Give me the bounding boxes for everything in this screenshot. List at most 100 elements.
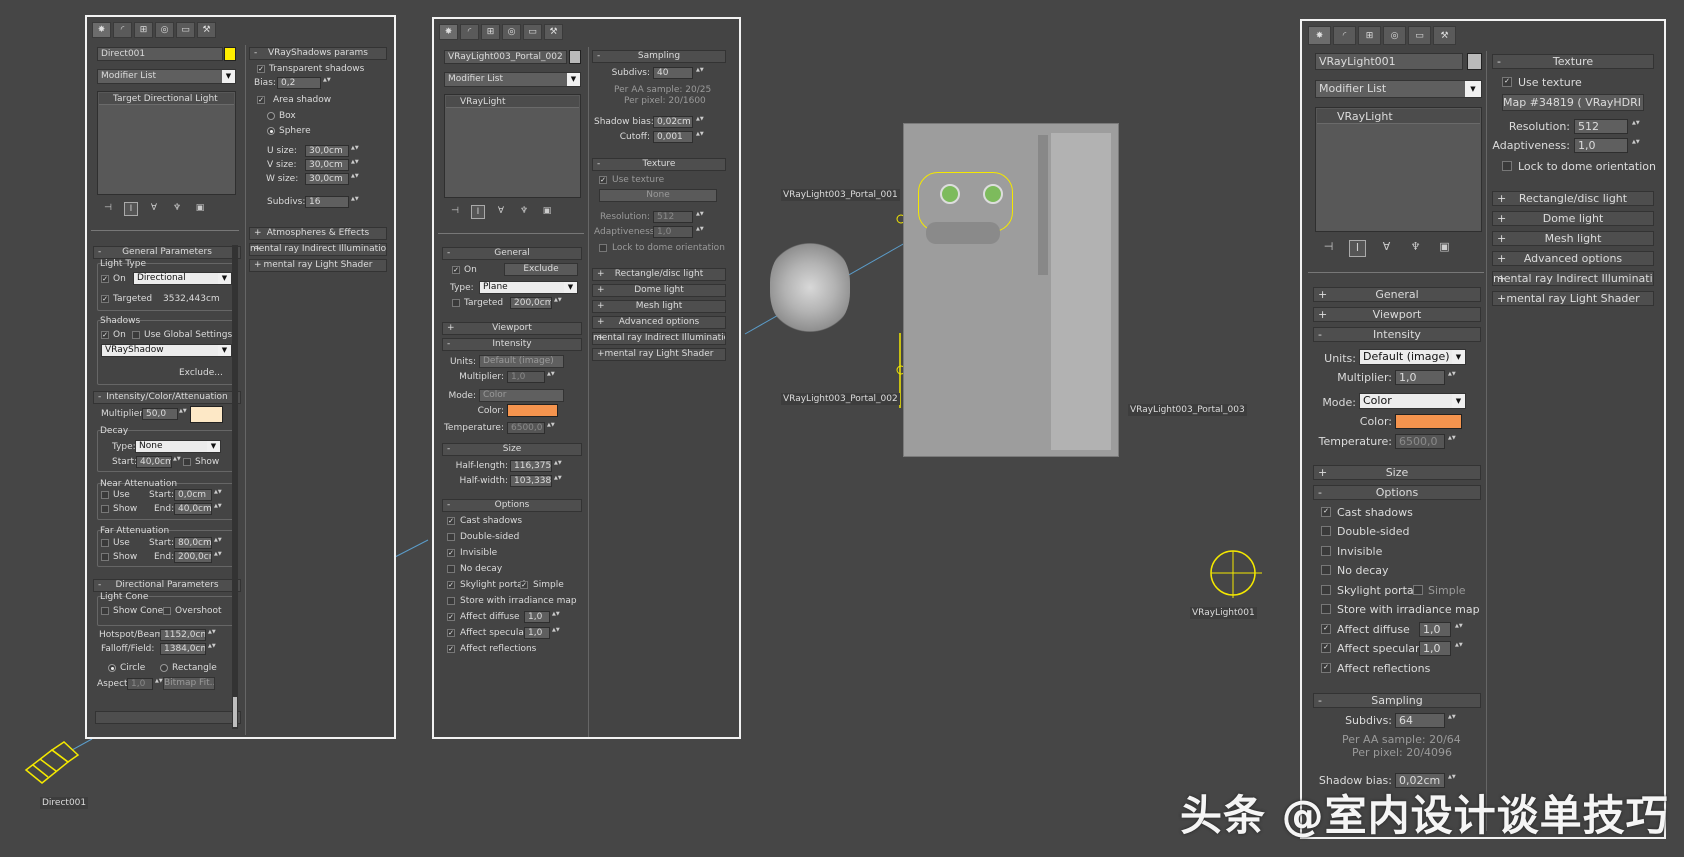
rollout-viewport[interactable]: + Viewport <box>442 322 582 335</box>
bias-spinner[interactable]: 0,2 <box>277 77 321 89</box>
far-start-spinner[interactable]: 80,0cm <box>174 537 212 549</box>
area-shadow-checkbox[interactable]: ✓ <box>257 96 265 104</box>
spinner-arrows-icon[interactable]: ▲▼ <box>547 422 555 434</box>
stack-item[interactable]: VRayLight <box>1317 109 1480 124</box>
rollout-general[interactable]: + General <box>1313 287 1481 302</box>
units-dropdown[interactable]: Default (image) <box>479 355 564 368</box>
make-unique-icon[interactable]: ∀ <box>1378 240 1395 257</box>
near-use-checkbox[interactable] <box>101 491 109 499</box>
sphere-radio[interactable] <box>267 127 275 135</box>
cast-shadows-checkbox[interactable]: ✓ <box>447 517 455 525</box>
spinner-arrows-icon[interactable]: ▲▼ <box>351 196 359 208</box>
double-sided-checkbox[interactable] <box>447 533 455 541</box>
remove-modifier-icon[interactable]: ♆ <box>517 205 531 219</box>
affect-specular-checkbox[interactable]: ✓ <box>447 629 455 637</box>
subdivs-spinner[interactable]: 40 <box>653 67 693 79</box>
v-size-spinner[interactable]: 30,0cm <box>305 159 349 171</box>
motion-tab-icon[interactable]: ◎ <box>502 24 521 40</box>
rollout-mesh[interactable]: + Mesh light <box>592 300 726 313</box>
spinner-arrows-icon[interactable]: ▲▼ <box>214 503 222 515</box>
hierarchy-tab-icon[interactable]: ⊞ <box>134 22 153 38</box>
no-decay-checkbox[interactable] <box>447 565 455 573</box>
shadows-on-checkbox[interactable]: ✓ <box>101 331 109 339</box>
spinner-arrows-icon[interactable]: ▲▼ <box>155 678 163 690</box>
double-sided-checkbox[interactable] <box>1321 526 1331 536</box>
far-end-spinner[interactable]: 200,0cm <box>174 551 212 563</box>
affect-reflections-checkbox[interactable]: ✓ <box>1321 663 1331 673</box>
configure-sets-icon[interactable]: ▣ <box>1436 240 1453 257</box>
no-decay-checkbox[interactable] <box>1321 565 1331 575</box>
light-type-dropdown[interactable]: Directional ▼ <box>133 272 232 285</box>
texture-map-button[interactable]: None <box>599 189 717 202</box>
overshoot-checkbox[interactable] <box>163 607 171 615</box>
simple-checkbox[interactable] <box>1413 585 1423 595</box>
plant-object[interactable] <box>770 240 850 335</box>
modifier-stack[interactable]: VRayLight <box>444 94 581 198</box>
transparent-shadows-checkbox[interactable]: ✓ <box>257 65 265 73</box>
modifier-list-dropdown[interactable]: Modifier List ▼ <box>97 69 236 84</box>
shadow-type-dropdown[interactable]: VRayShadow ▼ <box>101 344 232 357</box>
spinner-arrows-icon[interactable]: ▲▼ <box>208 643 216 655</box>
object-color-swatch[interactable] <box>569 50 581 64</box>
make-unique-icon[interactable]: ∀ <box>147 202 161 216</box>
spinner-arrows-icon[interactable]: ▲▼ <box>1448 371 1456 383</box>
use-texture-checkbox[interactable]: ✓ <box>599 176 607 184</box>
box-radio[interactable] <box>267 112 275 120</box>
spinner-arrows-icon[interactable]: ▲▼ <box>351 159 359 171</box>
cast-shadows-checkbox[interactable]: ✓ <box>1321 507 1331 517</box>
show-end-result-icon[interactable]: Ⅰ <box>124 202 138 216</box>
rollout-texture[interactable]: - Texture <box>592 158 726 171</box>
hierarchy-tab-icon[interactable]: ⊞ <box>481 24 500 40</box>
spinner-arrows-icon[interactable]: ▲▼ <box>351 145 359 157</box>
light-on-checkbox[interactable]: ✓ <box>101 275 109 283</box>
object-color-swatch[interactable] <box>224 47 236 61</box>
falloff-spinner[interactable]: 1384,0cm <box>160 643 206 655</box>
spinner-arrows-icon[interactable]: ▲▼ <box>1455 623 1463 635</box>
rollout-options[interactable]: - Options <box>442 499 582 512</box>
affect-diffuse-spinner[interactable]: 1,0 <box>1419 622 1451 637</box>
spinner-arrows-icon[interactable]: ▲▼ <box>554 475 562 487</box>
rollout-vrayshadows[interactable]: - VRayShadows params <box>249 47 387 60</box>
skylight-portal-checkbox[interactable] <box>1321 585 1331 595</box>
far-use-checkbox[interactable] <box>101 539 109 547</box>
shadow-subdivs-spinner[interactable]: 16 <box>305 196 349 208</box>
rollout-intensity[interactable]: - Intensity <box>442 338 582 351</box>
panel-scrollbar[interactable] <box>232 245 238 729</box>
object-color-swatch[interactable] <box>1467 53 1482 70</box>
rollout-advanced-effects-partial[interactable] <box>95 711 241 724</box>
rollout-sampling[interactable]: - Sampling <box>1313 693 1481 708</box>
affect-diffuse-checkbox[interactable]: ✓ <box>447 613 455 621</box>
rollout-advanced[interactable]: + Advanced options <box>1492 251 1654 266</box>
stack-item[interactable]: Target Directional Light <box>99 93 234 105</box>
multiplier-spinner[interactable]: 1,0 <box>1395 370 1445 385</box>
create-tab-icon[interactable]: ✸ <box>439 24 458 40</box>
light-type-dropdown[interactable]: Plane ▼ <box>479 281 578 294</box>
modify-tab-icon[interactable]: ◜ <box>1333 26 1356 45</box>
skylight-portal-checkbox[interactable]: ✓ <box>447 581 455 589</box>
rollout-mr-indirect[interactable]: + mental ray Indirect Illumination <box>592 332 726 345</box>
half-width-spinner[interactable]: 103,338ci <box>510 475 552 487</box>
spinner-arrows-icon[interactable]: ▲▼ <box>1455 642 1463 654</box>
spinner-arrows-icon[interactable]: ▲▼ <box>173 456 181 468</box>
rollout-viewport[interactable]: + Viewport <box>1313 307 1481 322</box>
modify-tab-icon[interactable]: ◜ <box>460 24 479 40</box>
modifier-stack[interactable]: VRayLight <box>1315 107 1482 232</box>
spinner-arrows-icon[interactable]: ▲▼ <box>696 131 704 143</box>
affect-specular-checkbox[interactable]: ✓ <box>1321 643 1331 653</box>
temperature-spinner[interactable]: 6500,0 <box>507 422 545 434</box>
create-tab-icon[interactable]: ✸ <box>1308 26 1331 45</box>
motion-tab-icon[interactable]: ◎ <box>155 22 174 38</box>
near-show-checkbox[interactable] <box>101 505 109 513</box>
display-tab-icon[interactable]: ▭ <box>1408 26 1431 45</box>
spinner-arrows-icon[interactable]: ▲▼ <box>214 537 222 549</box>
affect-specular-spinner[interactable]: 1,0 <box>524 627 550 639</box>
store-irradiance-checkbox[interactable] <box>447 597 455 605</box>
rollout-mr-shader[interactable]: + mental ray Light Shader <box>1492 291 1654 306</box>
multiplier-spinner[interactable]: 50,0 <box>142 408 178 420</box>
utilities-tab-icon[interactable]: ⚒ <box>544 24 563 40</box>
affect-reflections-checkbox[interactable]: ✓ <box>447 645 455 653</box>
rollout-directional-parameters[interactable]: - Directional Parameters <box>93 579 241 592</box>
target-distance-spinner[interactable]: 200,0cm <box>510 297 552 309</box>
invisible-checkbox[interactable]: ✓ <box>447 549 455 557</box>
spinner-arrows-icon[interactable]: ▲▼ <box>1448 435 1456 447</box>
